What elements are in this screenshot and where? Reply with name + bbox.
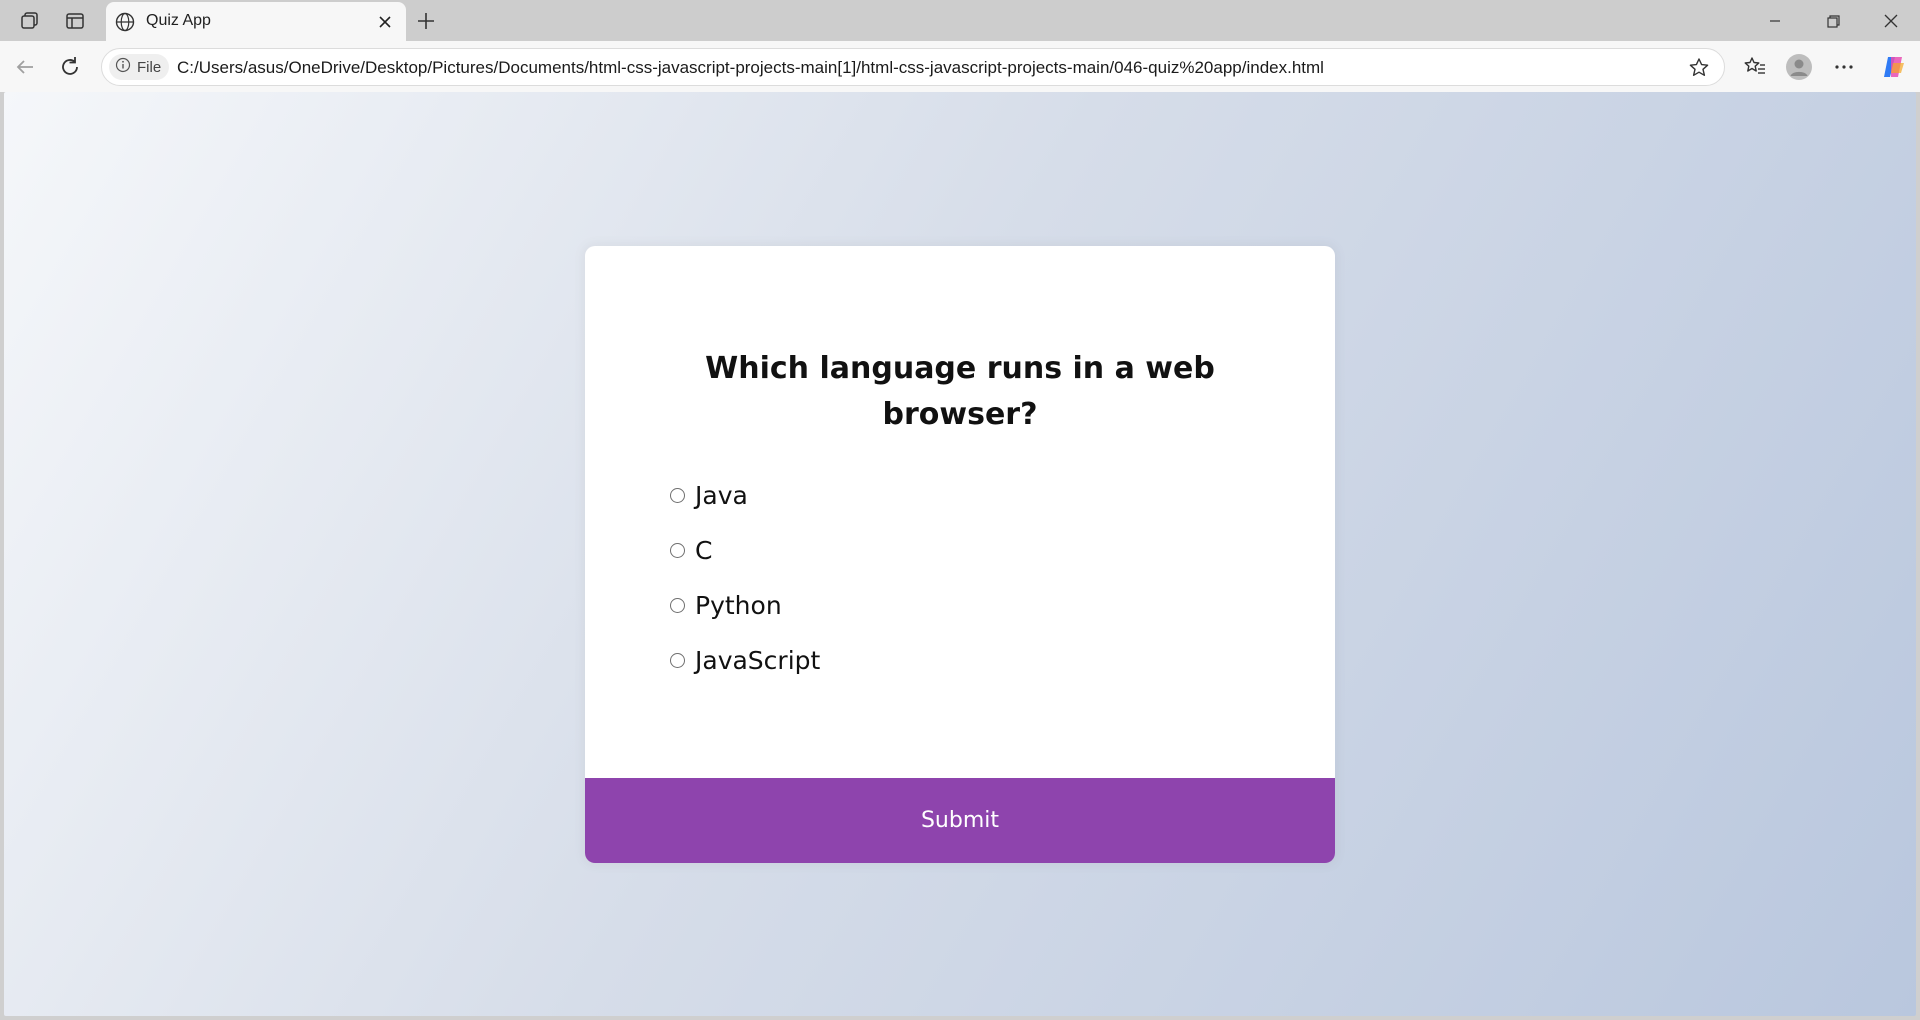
answer-label[interactable]: Python (695, 591, 782, 620)
tab-strip: Quiz App (0, 0, 1920, 41)
radio-button[interactable] (670, 598, 685, 613)
close-window-icon[interactable] (1878, 8, 1904, 34)
submit-button[interactable]: Submit (585, 778, 1335, 863)
question-text: Which language runs in a web browser? (705, 351, 1215, 432)
answer-option-javascript[interactable]: JavaScript (670, 633, 820, 688)
plus-icon[interactable] (413, 8, 439, 34)
answer-list: Java C Python JavaScript (670, 468, 820, 688)
site-info-chip[interactable]: File (109, 54, 170, 80)
workspaces-icon[interactable] (17, 8, 43, 34)
radio-button[interactable] (670, 488, 685, 503)
radio-button[interactable] (670, 543, 685, 558)
vertical-tabs-icon[interactable] (62, 8, 88, 34)
answer-label[interactable]: JavaScript (695, 646, 820, 675)
globe-icon (114, 11, 136, 33)
tab-title: Quiz App (146, 12, 211, 29)
scheme-label: File (137, 58, 162, 76)
profile-icon[interactable] (1785, 53, 1813, 81)
radio-button[interactable] (670, 653, 685, 668)
quiz-card: Which language runs in a web browser? Ja… (585, 246, 1335, 863)
answer-label[interactable]: C (695, 536, 712, 565)
info-icon (115, 57, 131, 77)
url-text[interactable]: C:/Users/asus/OneDrive/Desktop/Pictures/… (177, 58, 1324, 78)
refresh-icon[interactable] (56, 53, 84, 81)
copilot-icon[interactable] (1879, 53, 1907, 81)
answer-option-python[interactable]: Python (670, 578, 820, 633)
star-icon[interactable] (1686, 55, 1712, 81)
answer-option-c[interactable]: C (670, 523, 820, 578)
tab-quiz-app[interactable]: Quiz App (106, 2, 406, 41)
page-viewport: Which language runs in a web browser? Ja… (4, 92, 1916, 1016)
answer-label[interactable]: Java (695, 481, 748, 510)
favorites-icon[interactable] (1741, 53, 1769, 81)
browser-toolbar: File C:/Users/asus/OneDrive/Desktop/Pict… (0, 41, 1920, 92)
back-arrow-icon[interactable] (11, 53, 39, 81)
close-icon[interactable] (374, 11, 396, 33)
restore-icon[interactable] (1820, 8, 1846, 34)
more-icon[interactable] (1830, 53, 1858, 81)
answer-option-java[interactable]: Java (670, 468, 820, 523)
minimize-icon[interactable] (1762, 8, 1788, 34)
address-bar[interactable]: File C:/Users/asus/OneDrive/Desktop/Pict… (101, 48, 1725, 86)
